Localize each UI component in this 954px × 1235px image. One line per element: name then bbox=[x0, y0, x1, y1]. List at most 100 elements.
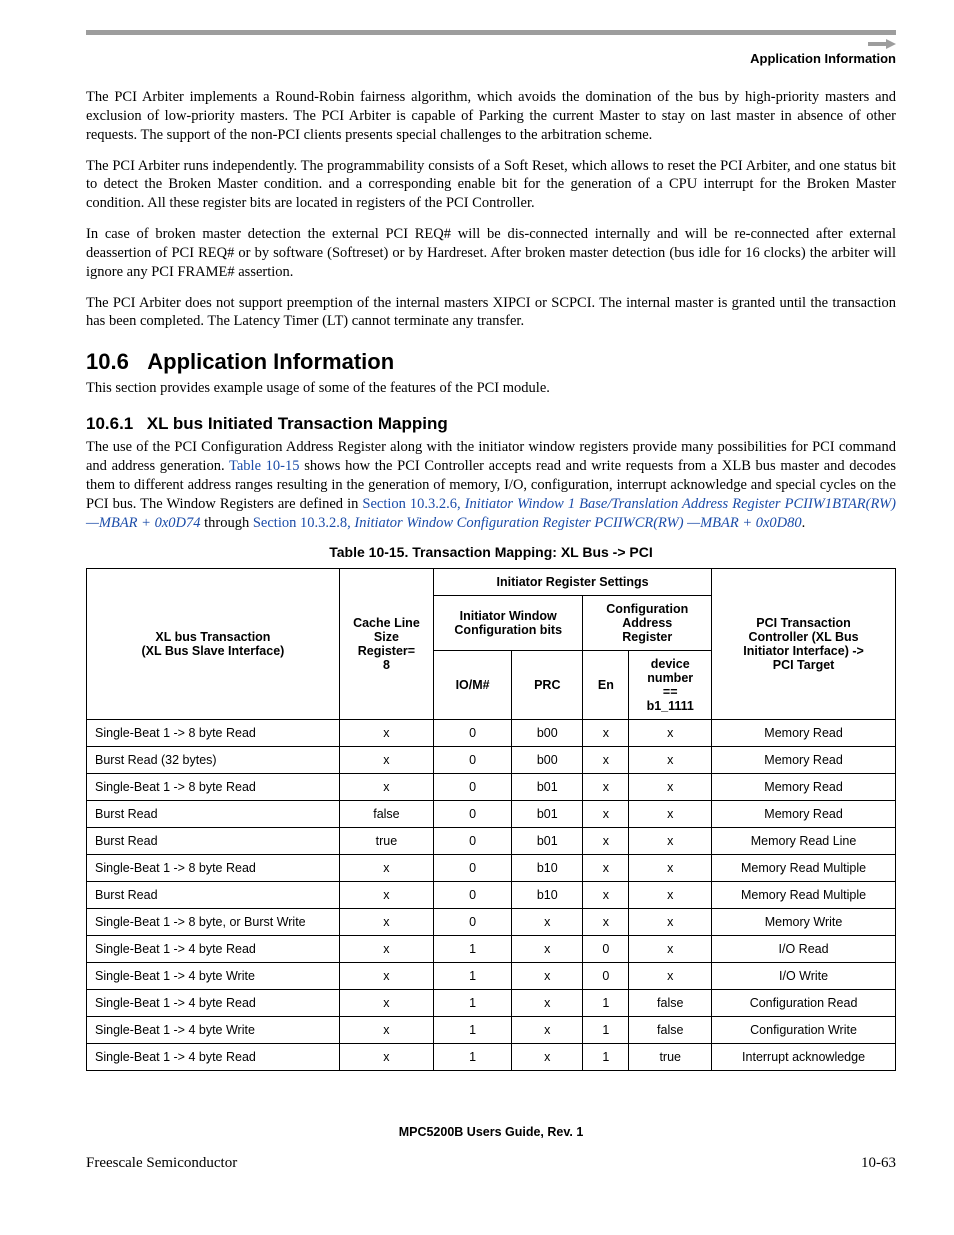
col-pci-transaction: PCI Transaction Controller (XL Bus Initi… bbox=[712, 569, 896, 720]
table-cell: 0 bbox=[434, 882, 512, 909]
table-cell: x bbox=[339, 936, 433, 963]
text: Register= bbox=[358, 644, 415, 658]
table-row: Single-Beat 1 -> 8 byte Readx0b00xxMemor… bbox=[87, 720, 896, 747]
table-cell: x bbox=[629, 909, 712, 936]
table-cell: x bbox=[512, 990, 583, 1017]
page: Application Information The PCI Arbiter … bbox=[0, 0, 954, 1212]
arrow-right-icon bbox=[868, 39, 896, 49]
text: number bbox=[647, 671, 693, 685]
table-row: Burst Read (32 bytes)x0b00xxMemory Read bbox=[87, 747, 896, 774]
table-body: Single-Beat 1 -> 8 byte Readx0b00xxMemor… bbox=[87, 720, 896, 1071]
table-cell: 1 bbox=[434, 936, 512, 963]
table-cell: false bbox=[629, 990, 712, 1017]
paragraph: In case of broken master detection the e… bbox=[86, 225, 896, 282]
table-cell: Memory Read bbox=[712, 747, 896, 774]
table-caption: Table 10-15. Transaction Mapping: XL Bus… bbox=[86, 544, 896, 560]
table-cell: 0 bbox=[583, 936, 629, 963]
heading-number: 10.6.1 bbox=[86, 414, 142, 434]
heading-title: Application Information bbox=[147, 349, 394, 374]
table-cell: 0 bbox=[434, 747, 512, 774]
table-cell: x bbox=[583, 855, 629, 882]
table-cell: x bbox=[512, 1044, 583, 1071]
table-cell: x bbox=[339, 747, 433, 774]
xref-section-10-3-2-8[interactable]: Section 10.3.2.8, Initiator Window Confi… bbox=[253, 515, 802, 531]
table-cell: Memory Read Line bbox=[712, 828, 896, 855]
xref-prefix: Section 10.3.2.8, bbox=[253, 515, 355, 531]
text: Register bbox=[622, 630, 672, 644]
table-cell: 0 bbox=[434, 909, 512, 936]
table-cell: 1 bbox=[583, 990, 629, 1017]
text: . bbox=[802, 515, 806, 531]
table-row: Single-Beat 1 -> 4 byte Readx1x1falseCon… bbox=[87, 990, 896, 1017]
header-section-label: Application Information bbox=[86, 51, 896, 66]
table-cell: b01 bbox=[512, 774, 583, 801]
table-cell: x bbox=[512, 963, 583, 990]
table-cell: x bbox=[629, 828, 712, 855]
table-cell: Single-Beat 1 -> 4 byte Read bbox=[87, 1044, 340, 1071]
table-cell: x bbox=[339, 1044, 433, 1071]
table-cell: b00 bbox=[512, 720, 583, 747]
table-row: Burst Readfalse0b01xxMemory Read bbox=[87, 801, 896, 828]
col-cache-line-size: Cache Line Size Register= 8 bbox=[339, 569, 433, 720]
table-cell: x bbox=[629, 936, 712, 963]
text: Cache Line bbox=[353, 616, 420, 630]
table-cell: x bbox=[583, 828, 629, 855]
table-cell: Burst Read bbox=[87, 828, 340, 855]
col-io-m: IO/M# bbox=[434, 651, 512, 720]
text: device bbox=[651, 657, 690, 671]
table-head: XL bus Transaction (XL Bus Slave Interfa… bbox=[87, 569, 896, 720]
table-cell: x bbox=[583, 909, 629, 936]
table-cell: true bbox=[339, 828, 433, 855]
table-cell: x bbox=[629, 720, 712, 747]
table-cell: Memory Read bbox=[712, 720, 896, 747]
table-cell: x bbox=[339, 882, 433, 909]
table-cell: Burst Read bbox=[87, 882, 340, 909]
table-cell: 1 bbox=[434, 963, 512, 990]
footer-left: Freescale Semiconductor bbox=[86, 1155, 237, 1172]
text: b1_1111 bbox=[647, 699, 694, 713]
table-cell: x bbox=[583, 882, 629, 909]
table-cell: 0 bbox=[583, 963, 629, 990]
table-cell: 1 bbox=[434, 990, 512, 1017]
paragraph: The PCI Arbiter does not support preempt… bbox=[86, 294, 896, 332]
footer-row: Freescale Semiconductor 10-63 bbox=[86, 1155, 896, 1172]
table-cell: Single-Beat 1 -> 8 byte Read bbox=[87, 720, 340, 747]
table-cell: x bbox=[512, 936, 583, 963]
col-device-number: device number == b1_1111 bbox=[629, 651, 712, 720]
text: PCI Transaction bbox=[756, 616, 850, 630]
table-row: Single-Beat 1 -> 4 byte Readx1x1trueInte… bbox=[87, 1044, 896, 1071]
table-cell: Single-Beat 1 -> 4 byte Write bbox=[87, 1017, 340, 1044]
table-cell: x bbox=[629, 774, 712, 801]
paragraph: This section provides example usage of s… bbox=[86, 379, 896, 398]
xref-table-10-15[interactable]: Table 10-15 bbox=[229, 458, 300, 474]
col-initiator-window-config: Initiator Window Configuration bits bbox=[434, 596, 583, 651]
footer-guide: MPC5200B Users Guide, Rev. 1 bbox=[86, 1125, 896, 1139]
xref-prefix: Section 10.3.2.6, bbox=[362, 496, 464, 512]
table-cell: false bbox=[339, 801, 433, 828]
table-row: Single-Beat 1 -> 4 byte Readx1x0xI/O Rea… bbox=[87, 936, 896, 963]
table-cell: 0 bbox=[434, 828, 512, 855]
text: 8 bbox=[383, 658, 390, 672]
table-cell: Single-Beat 1 -> 4 byte Read bbox=[87, 936, 340, 963]
footer-right: 10-63 bbox=[861, 1155, 896, 1172]
table-cell: x bbox=[629, 963, 712, 990]
table-cell: x bbox=[339, 720, 433, 747]
table-cell: b01 bbox=[512, 801, 583, 828]
table-cell: Memory Read Multiple bbox=[712, 855, 896, 882]
table-cell: x bbox=[512, 1017, 583, 1044]
paragraph: The PCI Arbiter runs independently. The … bbox=[86, 157, 896, 214]
text: == bbox=[663, 685, 678, 699]
text: Configuration bbox=[606, 602, 688, 616]
transaction-mapping-table: XL bus Transaction (XL Bus Slave Interfa… bbox=[86, 568, 896, 1071]
table-cell: Burst Read bbox=[87, 801, 340, 828]
table-cell: x bbox=[629, 855, 712, 882]
table-cell: x bbox=[583, 774, 629, 801]
table-cell: 1 bbox=[434, 1044, 512, 1071]
table-cell: 1 bbox=[434, 1017, 512, 1044]
text: Configuration bits bbox=[454, 623, 562, 637]
text: (XL Bus Slave Interface) bbox=[141, 644, 284, 658]
top-rule bbox=[86, 30, 896, 35]
text: Initiator Interface) -> bbox=[743, 644, 864, 658]
table-cell: x bbox=[339, 1017, 433, 1044]
table-cell: 0 bbox=[434, 720, 512, 747]
